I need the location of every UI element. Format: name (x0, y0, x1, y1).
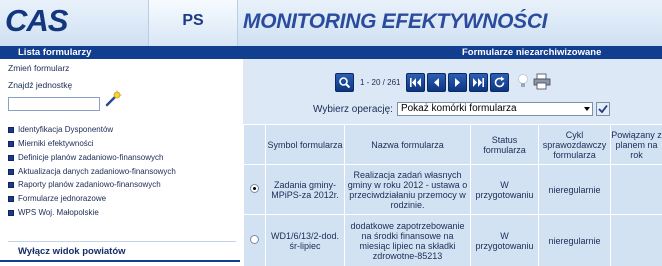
sidebar: Zmień formularz Znajdź jednostkę Identyf… (0, 59, 240, 266)
column-symbol[interactable]: Symbol formularza (265, 124, 345, 165)
magic-wand-icon[interactable] (104, 90, 122, 108)
table-row[interactable]: Zadania gminy-MPiPS-za 2012r. Realizacja… (243, 164, 662, 215)
column-status[interactable]: Status formularza (470, 124, 539, 165)
column-name[interactable]: Nazwa formularza (344, 124, 471, 165)
square-bullet-icon (8, 154, 14, 161)
sidebar-underline (0, 260, 240, 262)
column-cycle[interactable]: Cykl sprawozdawczy formularza (538, 124, 611, 165)
row-select-cell (243, 214, 266, 266)
search-icon (339, 77, 351, 89)
form-list-title: Lista formularzy (18, 47, 92, 58)
last-page-button[interactable] (469, 73, 489, 92)
sidebar-item-label: Raporty planów zadaniowo-finansowych (18, 180, 161, 189)
archive-status-title: Formularze niezarchiwizowane (462, 47, 602, 58)
sidebar-item-wps[interactable]: WPS Woj. Małopolskie (8, 208, 99, 217)
print-icon[interactable] (533, 73, 551, 92)
symbol-cell: WD1/6/13/2-dod. śr-lipiec (265, 214, 345, 266)
confirm-operation-button[interactable] (595, 102, 610, 116)
square-bullet-icon (8, 209, 14, 216)
cycle-cell: nieregularnie (538, 164, 611, 215)
module-tab-ps[interactable]: PS (160, 12, 226, 30)
plan-year-cell (610, 164, 662, 215)
sidebar-item-dysponenci[interactable]: Identyfikacja Dysponentów (8, 125, 113, 134)
row-radio[interactable] (250, 184, 259, 193)
chevron-down-icon (583, 107, 590, 111)
operation-select[interactable]: Pokaż komórki formularza (396, 102, 593, 116)
sidebar-item-aktualizacja[interactable]: Aktualizacja danych zadaniowo-finansowyc… (8, 167, 176, 176)
refresh-icon (495, 76, 505, 88)
lightbulb-icon[interactable] (517, 73, 529, 92)
unit-search-input[interactable] (8, 97, 100, 111)
checkmark-icon (598, 104, 608, 114)
table-row[interactable]: WD1/6/13/2-dod. śr-lipiec dodatkowe zapo… (243, 214, 662, 266)
row-radio[interactable] (250, 235, 259, 244)
status-cell: W przygotowaniu (470, 164, 539, 215)
sidebar-item-mierniki[interactable]: Mierniki efektywności (8, 139, 94, 148)
first-page-icon (410, 78, 422, 87)
sidebar-divider (8, 241, 236, 242)
next-page-button[interactable] (448, 73, 468, 92)
first-page-button[interactable] (406, 73, 426, 92)
symbol-cell: Zadania gminy-MPiPS-za 2012r. (265, 164, 345, 215)
sidebar-item-raporty[interactable]: Raporty planów zadaniowo-finansowych (8, 180, 161, 189)
name-cell: dodatkowe zapotrzebowanie na środki fina… (344, 214, 471, 266)
column-select (243, 124, 266, 165)
row-select-cell (243, 164, 266, 215)
sidebar-item-label: Identyfikacja Dysponentów (18, 125, 114, 134)
pager-toolbar: 1 - 20 / 261 (335, 73, 551, 92)
main-panel: 1 - 20 / 261 Wybierz operację: Pokaż kom… (243, 59, 662, 266)
square-bullet-icon (8, 181, 14, 188)
refresh-button[interactable] (490, 73, 510, 92)
sidebar-item-label: Definicje planów zadaniowo-finansowych (18, 153, 164, 162)
find-unit-label: Znajdź jednostkę (8, 80, 73, 90)
operation-label: Wybierz operację: (313, 103, 393, 115)
sidebar-item-label: Mierniki efektywności (18, 139, 94, 148)
square-bullet-icon (8, 168, 14, 175)
search-button[interactable] (335, 73, 354, 92)
operation-row: Wybierz operację: Pokaż komórki formular… (313, 102, 610, 116)
sidebar-item-label: Formularze jednorazowe (18, 194, 107, 203)
plan-year-cell (610, 214, 662, 266)
square-bullet-icon (8, 126, 14, 133)
last-page-icon (473, 78, 485, 87)
title-bar: Lista formularzy Formularze niezarchiwiz… (0, 46, 662, 59)
name-cell: Realizacja zadań własnych gminy w roku 2… (344, 164, 471, 215)
previous-page-button[interactable] (427, 73, 447, 92)
cas-logo: CAS (5, 3, 68, 38)
status-cell: W przygotowaniu (470, 214, 539, 266)
cycle-cell: nieregularnie (538, 214, 611, 266)
square-bullet-icon (8, 195, 14, 202)
column-plan-year[interactable]: Powiązany z planem na rok (610, 124, 662, 165)
operation-selected-value: Pokaż komórki formularza (400, 103, 517, 114)
page-range: 1 - 20 / 261 (360, 78, 401, 87)
app-header: CAS PS MONITORING EFEKTYWNOŚCI (0, 0, 662, 46)
chevron-right-icon (455, 78, 461, 87)
toggle-districts-link[interactable]: Wyłącz widok powiatów (18, 246, 126, 257)
table-header-row: Symbol formularza Nazwa formularza Statu… (243, 124, 662, 165)
sidebar-item-label: WPS Woj. Małopolskie (18, 208, 99, 217)
sidebar-item-jednorazowe[interactable]: Formularze jednorazowe (8, 194, 106, 203)
sidebar-item-definicje[interactable]: Definicje planów zadaniowo-finansowych (8, 153, 163, 162)
chevron-left-icon (434, 78, 440, 87)
app-title: MONITORING EFEKTYWNOŚCI (243, 10, 548, 33)
sidebar-item-label: Aktualizacja danych zadaniowo-finansowyc… (18, 167, 176, 176)
change-form-link[interactable]: Zmień formularz (8, 63, 69, 73)
forms-table: Symbol formularza Nazwa formularza Statu… (243, 124, 662, 266)
square-bullet-icon (8, 140, 14, 147)
